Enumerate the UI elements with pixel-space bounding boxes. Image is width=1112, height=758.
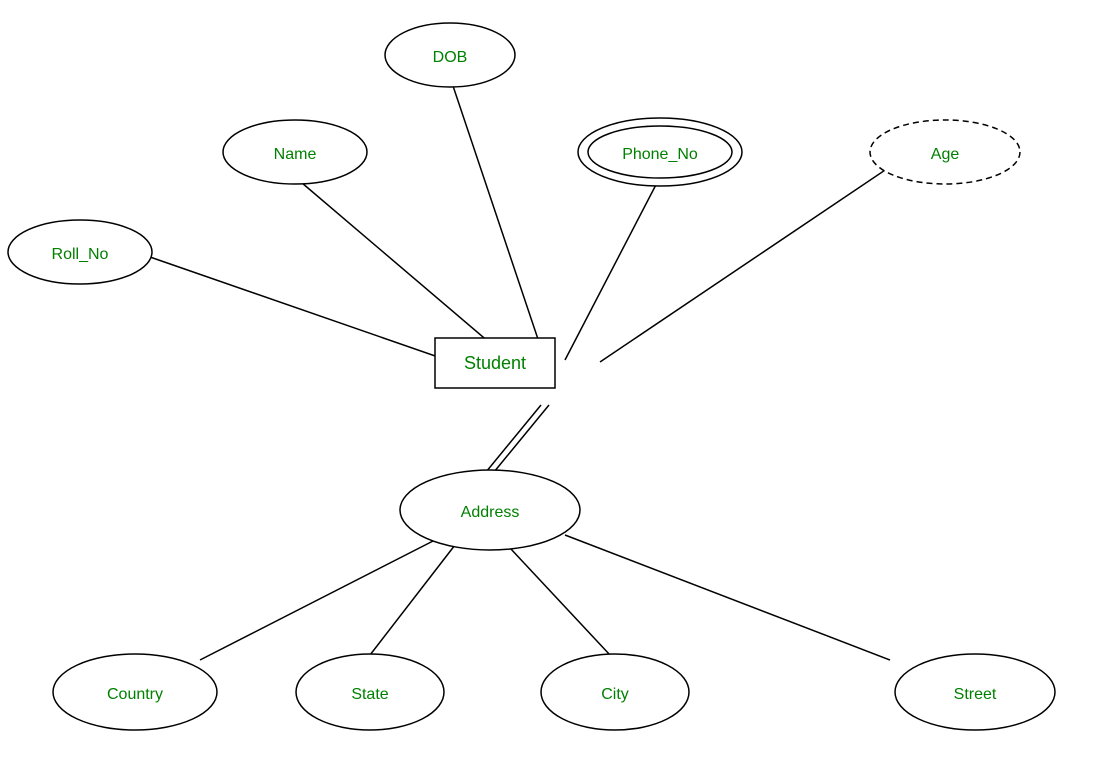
- dob-label: DOB: [433, 49, 468, 66]
- country-label: Country: [107, 686, 163, 703]
- rollno-label: Roll_No: [52, 246, 109, 263]
- street-label: Street: [954, 686, 997, 703]
- line-student-phoneno: [565, 177, 660, 360]
- address-label: Address: [461, 504, 520, 521]
- line-address-state: [370, 545, 455, 655]
- line-student-dob: [450, 77, 545, 360]
- city-label: City: [601, 686, 629, 703]
- line-address-city: [510, 548, 610, 655]
- line-address-street: [565, 535, 890, 660]
- line-student-address-2: [494, 405, 549, 472]
- age-label: Age: [931, 146, 960, 163]
- name-label: Name: [274, 146, 317, 163]
- line-student-age: [600, 160, 900, 362]
- line-address-country: [200, 540, 435, 660]
- line-student-address-1: [486, 405, 541, 472]
- state-label: State: [351, 686, 388, 703]
- er-diagram: Student DOB Name Phone_No Age Roll_No Ad…: [0, 0, 1112, 753]
- student-label: Student: [464, 353, 526, 373]
- phoneno-label: Phone_No: [622, 146, 698, 163]
- line-student-name: [295, 177, 510, 360]
